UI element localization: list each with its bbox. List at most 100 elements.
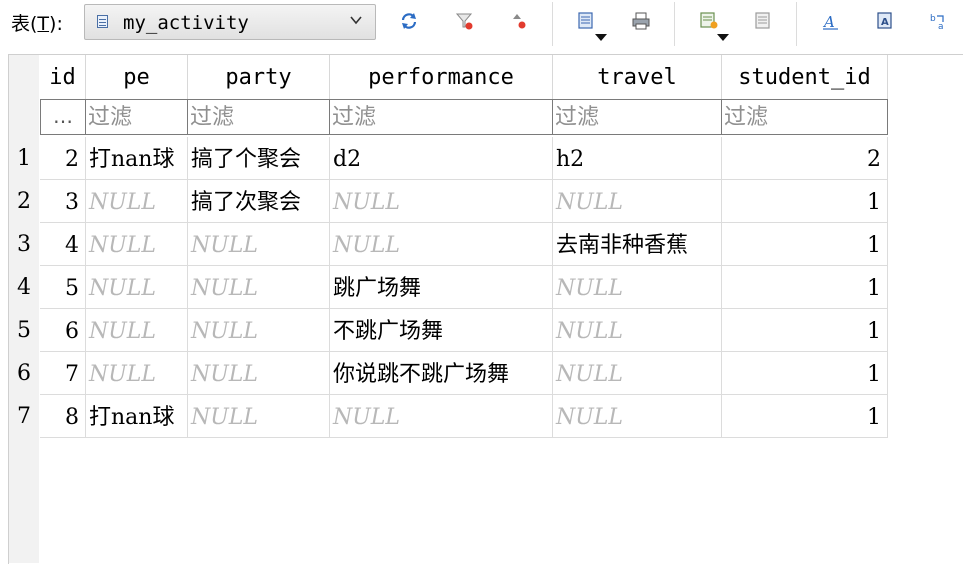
cell-travel[interactable]: 去南非种香蕉: [553, 223, 722, 266]
cell-travel-null[interactable]: NULL: [553, 395, 722, 438]
svg-text:a: a: [938, 22, 944, 32]
toolbar: 表(T): my_activity A A b a: [0, 0, 963, 48]
cell-performance-null[interactable]: NULL: [330, 395, 553, 438]
filter-icon: [455, 13, 473, 30]
print-button[interactable]: [630, 10, 652, 32]
row-number[interactable]: 2: [9, 180, 39, 223]
cell-travel-null[interactable]: NULL: [553, 309, 722, 352]
cell-performance[interactable]: 跳广场舞: [330, 266, 553, 309]
table-label-suffix: ):: [49, 13, 63, 35]
cell-performance[interactable]: 不跳广场舞: [330, 309, 553, 352]
cell-id[interactable]: 5: [40, 266, 86, 309]
filter-row-selector[interactable]: …: [40, 99, 86, 135]
column-header-party[interactable]: party: [188, 55, 330, 99]
filter-input-student-id[interactable]: [722, 100, 887, 134]
toolbar-separator: [552, 2, 553, 46]
column-header-student-id[interactable]: student_id: [722, 55, 888, 99]
cell-id[interactable]: 7: [40, 352, 86, 395]
row-number[interactable]: 4: [9, 266, 39, 309]
cell-student-id[interactable]: 1: [722, 395, 888, 438]
cell-student-id[interactable]: 1: [722, 223, 888, 266]
filter-travel: [553, 99, 722, 135]
add-row-icon: [700, 12, 718, 29]
filter-input-pe[interactable]: [86, 100, 187, 134]
cell-travel-null[interactable]: NULL: [553, 266, 722, 309]
cell-student-id[interactable]: 1: [722, 309, 888, 352]
cell-travel-null[interactable]: NULL: [553, 352, 722, 395]
table-label: 表(T):: [11, 11, 63, 37]
table-select-value: my_activity: [123, 12, 249, 34]
print-icon: [632, 12, 650, 30]
text-icon: A: [877, 12, 892, 29]
cell-id[interactable]: 8: [40, 395, 86, 438]
cell-performance[interactable]: 你说跳不跳广场舞: [330, 352, 553, 395]
cell-performance[interactable]: d2: [330, 137, 553, 180]
cell-student-id[interactable]: 1: [722, 266, 888, 309]
cell-party[interactable]: 搞了个聚会: [188, 137, 330, 180]
table-label-mnemonic: T: [37, 13, 50, 35]
sort-icon: [513, 14, 526, 29]
filter-student-id: [722, 99, 888, 135]
cell-pe-null[interactable]: NULL: [86, 352, 188, 395]
cell-party-null[interactable]: NULL: [188, 352, 330, 395]
svg-text:A: A: [881, 17, 889, 28]
font-button[interactable]: A: [820, 10, 842, 32]
column-header-id[interactable]: id: [40, 55, 86, 99]
delete-row-icon: [755, 12, 770, 29]
row-number[interactable]: 1: [9, 137, 39, 180]
add-row-dropdown-arrow[interactable]: [717, 34, 729, 41]
column-header-pe[interactable]: pe: [86, 55, 188, 99]
sort-button[interactable]: [510, 10, 532, 32]
delete-row-button[interactable]: [752, 10, 774, 32]
cell-performance-null[interactable]: NULL: [330, 223, 553, 266]
row-number[interactable]: 7: [9, 395, 39, 438]
refresh-button[interactable]: [398, 10, 420, 32]
cell-student-id[interactable]: 1: [722, 180, 888, 223]
filter-performance: [330, 99, 553, 135]
text-button[interactable]: A: [874, 10, 896, 32]
filter-party: [188, 99, 330, 135]
filter-button[interactable]: [454, 10, 476, 32]
table-icon: [97, 15, 108, 28]
column-header-travel[interactable]: travel: [553, 55, 722, 99]
column-header-performance[interactable]: performance: [330, 55, 553, 99]
filter-input-party[interactable]: [188, 100, 329, 134]
cell-travel[interactable]: h2: [553, 137, 722, 180]
cell-party-null[interactable]: NULL: [188, 223, 330, 266]
cell-performance-null[interactable]: NULL: [330, 180, 553, 223]
cell-id[interactable]: 6: [40, 309, 86, 352]
cell-pe-null[interactable]: NULL: [86, 266, 188, 309]
cell-travel-null[interactable]: NULL: [553, 180, 722, 223]
cell-id[interactable]: 3: [40, 180, 86, 223]
svg-text:b: b: [930, 14, 936, 24]
cell-student-id[interactable]: 2: [722, 137, 888, 180]
export-button[interactable]: [576, 10, 598, 32]
filter-input-travel[interactable]: [553, 100, 721, 134]
cell-pe[interactable]: 打nan球: [86, 395, 188, 438]
toolbar-separator: [796, 2, 797, 46]
cell-id[interactable]: 4: [40, 223, 86, 266]
wrap-button[interactable]: b a: [928, 10, 950, 32]
cell-pe-null[interactable]: NULL: [86, 180, 188, 223]
chevron-down-icon: [350, 16, 362, 25]
table-select[interactable]: my_activity: [84, 4, 376, 40]
cell-id[interactable]: 2: [40, 137, 86, 180]
cell-party-null[interactable]: NULL: [188, 395, 330, 438]
row-number[interactable]: 5: [9, 309, 39, 352]
cell-pe-null[interactable]: NULL: [86, 223, 188, 266]
add-row-button[interactable]: [698, 10, 720, 32]
table-label-prefix: 表(: [11, 13, 38, 35]
toolbar-separator: [674, 2, 675, 46]
export-dropdown-arrow[interactable]: [595, 34, 607, 41]
row-number[interactable]: 3: [9, 223, 39, 266]
cell-party-null[interactable]: NULL: [188, 266, 330, 309]
filter-input-performance[interactable]: [330, 100, 552, 134]
cell-student-id[interactable]: 1: [722, 352, 888, 395]
cell-pe[interactable]: 打nan球: [86, 137, 188, 180]
cell-party-null[interactable]: NULL: [188, 309, 330, 352]
row-number[interactable]: 6: [9, 352, 39, 395]
cell-party[interactable]: 搞了次聚会: [188, 180, 330, 223]
cell-pe-null[interactable]: NULL: [86, 309, 188, 352]
export-icon: [578, 12, 593, 29]
filter-pe: [86, 99, 188, 135]
